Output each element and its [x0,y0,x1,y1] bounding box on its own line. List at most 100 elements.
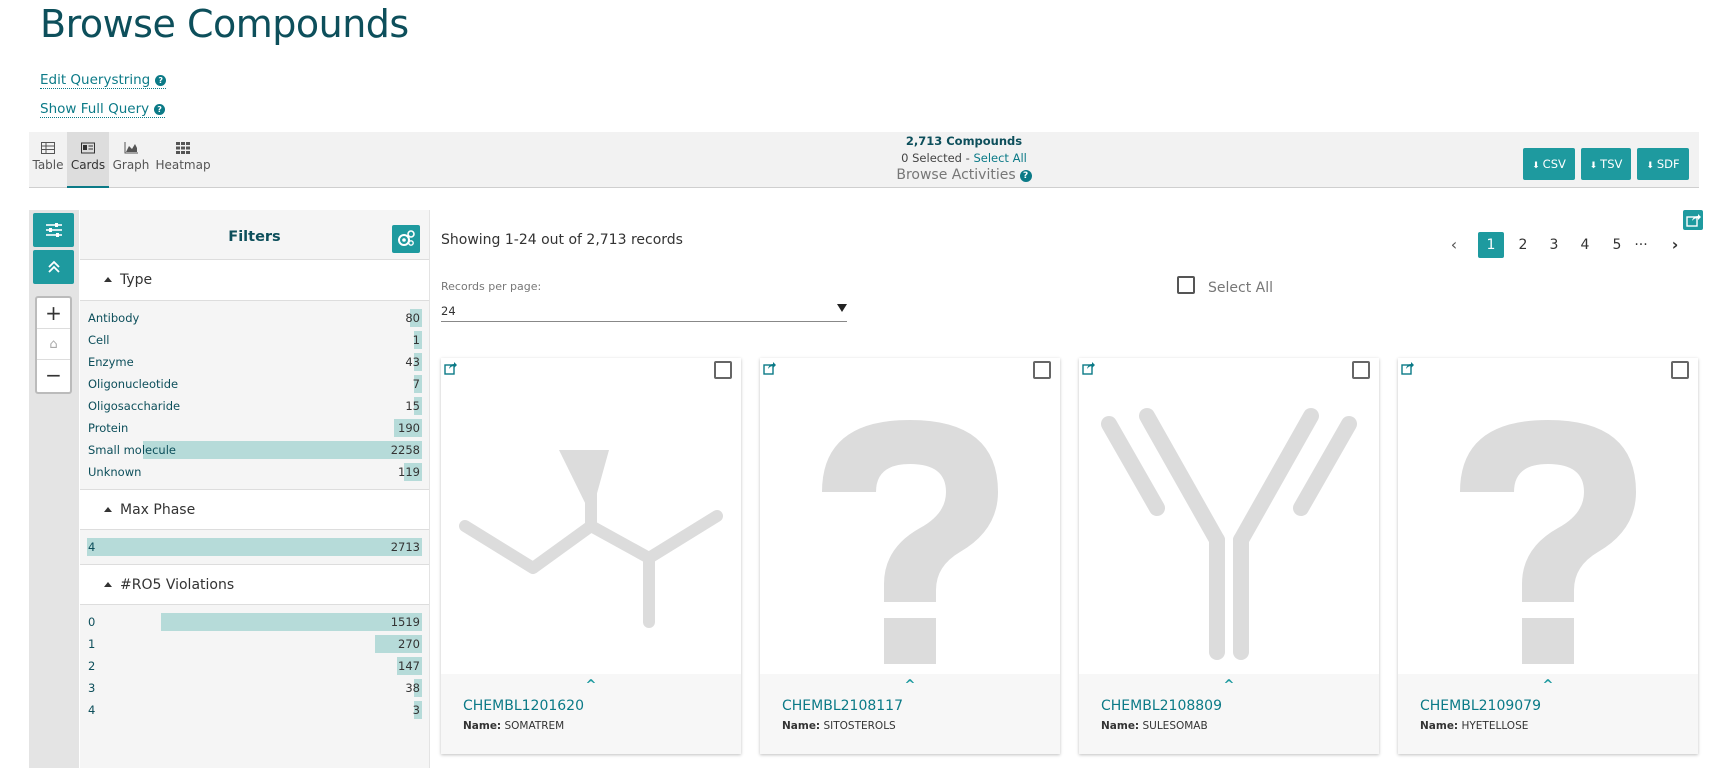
facet-item-count: 1 [412,333,420,347]
card-checkbox[interactable] [1671,361,1689,379]
name-label: Name: [782,720,821,732]
share-results-button[interactable] [1683,210,1703,230]
prev-page-button[interactable]: ‹ [1441,232,1467,258]
facet-item[interactable]: 0 1519 [88,611,422,633]
zoom-out-button[interactable]: − [37,360,70,391]
next-page-button[interactable]: › [1662,232,1688,258]
caret-up-icon [104,277,112,282]
compound-card[interactable]: ^ CHEMBL2109079 Name: HYETELLOSE [1398,358,1698,754]
facet-header[interactable]: #RO5 Violations [80,564,429,605]
facet-item[interactable]: Unknown 119 [88,461,422,483]
filter-settings-button[interactable] [392,225,420,253]
facet-item[interactable]: 1 270 [88,633,422,655]
edit-querystring-link[interactable]: Edit Querystring? [40,72,167,89]
card-checkbox[interactable] [714,361,732,379]
facet-item[interactable]: Antibody 80 [88,307,422,329]
chevron-up-icon[interactable]: ^ [1398,678,1698,693]
facet-item-count: 15 [405,399,420,413]
share-icon[interactable] [1082,361,1096,375]
facet-item-count: 43 [405,355,420,369]
sdf-download-button[interactable]: ⬇ SDF [1637,148,1689,180]
show-full-query-link[interactable]: Show Full Query? [40,101,166,118]
table-icon [41,142,55,154]
facet-item[interactable]: 43 [88,699,422,721]
page-4-button[interactable]: 4 [1572,232,1598,258]
help-icon[interactable]: ? [154,104,166,115]
compound-card[interactable]: ^ CHEMBL1201620 Name: SOMATREM [441,358,741,754]
card-footer: ^ CHEMBL2109079 Name: HYETELLOSE [1398,674,1698,754]
facet-item-count: 7 [412,377,420,391]
tab-heatmap-label: Heatmap [155,158,211,172]
chevron-up-icon[interactable]: ^ [760,678,1060,693]
name-value: SOMATREM [504,720,565,732]
zoom-in-button[interactable]: + [37,298,70,329]
select-all-checkbox[interactable] [1177,276,1195,294]
chembl-id-link[interactable]: CHEMBL2109079 [1420,698,1541,714]
csv-download-button[interactable]: ⬇ CSV [1523,148,1575,180]
compound-card[interactable]: ^ CHEMBL2108117 Name: SITOSTEROLS [760,358,1060,754]
facet-item-count: 3 [412,703,420,717]
help-icon[interactable]: ? [155,75,167,86]
name-label: Name: [463,720,502,732]
tab-table[interactable]: Table [29,132,67,188]
facet-item[interactable]: Oligosaccharide 15 [88,395,422,417]
facet-item[interactable]: Enzyme 43 [88,351,422,373]
facet-header[interactable]: Type [80,260,429,301]
minus-icon: − [45,363,62,387]
card-checkbox[interactable] [1033,361,1051,379]
help-icon[interactable]: ? [1019,170,1032,182]
facet-item-count: 147 [398,659,420,673]
home-icon: ⌂ [49,337,58,352]
facet-item-count: 119 [398,465,420,479]
share-icon[interactable] [1401,361,1415,375]
page-1-button[interactable]: 1 [1478,232,1504,258]
share-icon[interactable] [763,361,777,375]
tab-graph[interactable]: Graph [111,132,151,188]
facet-item-count: 38 [405,681,420,695]
facet-item-label: 0 [88,615,96,629]
page-3-button[interactable]: 3 [1541,232,1567,258]
records-per-page-select[interactable]: 24 [441,300,847,322]
filters-panel: Filters Type Antibody 80 Cell 1 Enzyme 43 Oligo… [80,210,430,768]
zoom-home-button[interactable]: ⌂ [37,329,70,360]
tab-cards[interactable]: Cards [67,132,109,188]
compound-card[interactable]: ^ CHEMBL2108809 Name: SULESOMAB [1079,358,1379,754]
share-icon[interactable] [444,361,458,375]
page-5-button[interactable]: 5 [1604,232,1630,258]
facet-item[interactable]: Small molecule 2258 [88,439,422,461]
select-all-link[interactable]: Select All [973,151,1026,165]
edit-querystring-label: Edit Querystring [40,72,151,88]
facet-item[interactable]: 4 2713 [87,536,422,558]
tab-heatmap[interactable]: Heatmap [155,132,211,188]
page-title: Browse Compounds [40,2,409,46]
card-checkbox[interactable] [1352,361,1370,379]
facet-item[interactable]: 2 147 [88,655,422,677]
download-icon: ⬇ [1646,161,1654,171]
heatmap-icon [176,142,190,154]
compound-name: Name: SITOSTEROLS [782,720,896,732]
facet-item[interactable]: Oligonucleotide 7 [88,373,422,395]
collapse-up-button[interactable] [33,250,74,284]
page-2-button[interactable]: 2 [1510,232,1536,258]
facet-header[interactable]: Max Phase [80,489,429,530]
double-chevron-up-icon [47,260,60,273]
chembl-id-link[interactable]: CHEMBL1201620 [463,698,584,714]
chembl-id-link[interactable]: CHEMBL2108809 [1101,698,1222,714]
facet-item-label: Oligonucleotide [88,377,179,391]
chevron-up-icon[interactable]: ^ [1079,678,1379,693]
chembl-id-link[interactable]: CHEMBL2108117 [782,698,903,714]
browse-activities-link[interactable]: Browse Activities? [729,167,1199,183]
card-footer: ^ CHEMBL2108117 Name: SITOSTEROLS [760,674,1060,754]
question-mark-icon [1460,420,1636,664]
compound-name: Name: HYETELLOSE [1420,720,1528,732]
toggle-filters-button[interactable] [33,213,74,247]
facet-item[interactable]: Cell 1 [88,329,422,351]
cards-icon [81,142,95,154]
facet-item[interactable]: Protein 190 [88,417,422,439]
tsv-download-button[interactable]: ⬇ TSV [1581,148,1631,180]
chevron-up-icon[interactable]: ^ [441,678,741,693]
facet-item-label: 3 [88,681,96,695]
chevron-right-icon: › [1671,235,1679,254]
facet-item[interactable]: 3 38 [88,677,422,699]
pagination: ‹ 1 2 3 4 5 ··· › [1441,232,1691,258]
